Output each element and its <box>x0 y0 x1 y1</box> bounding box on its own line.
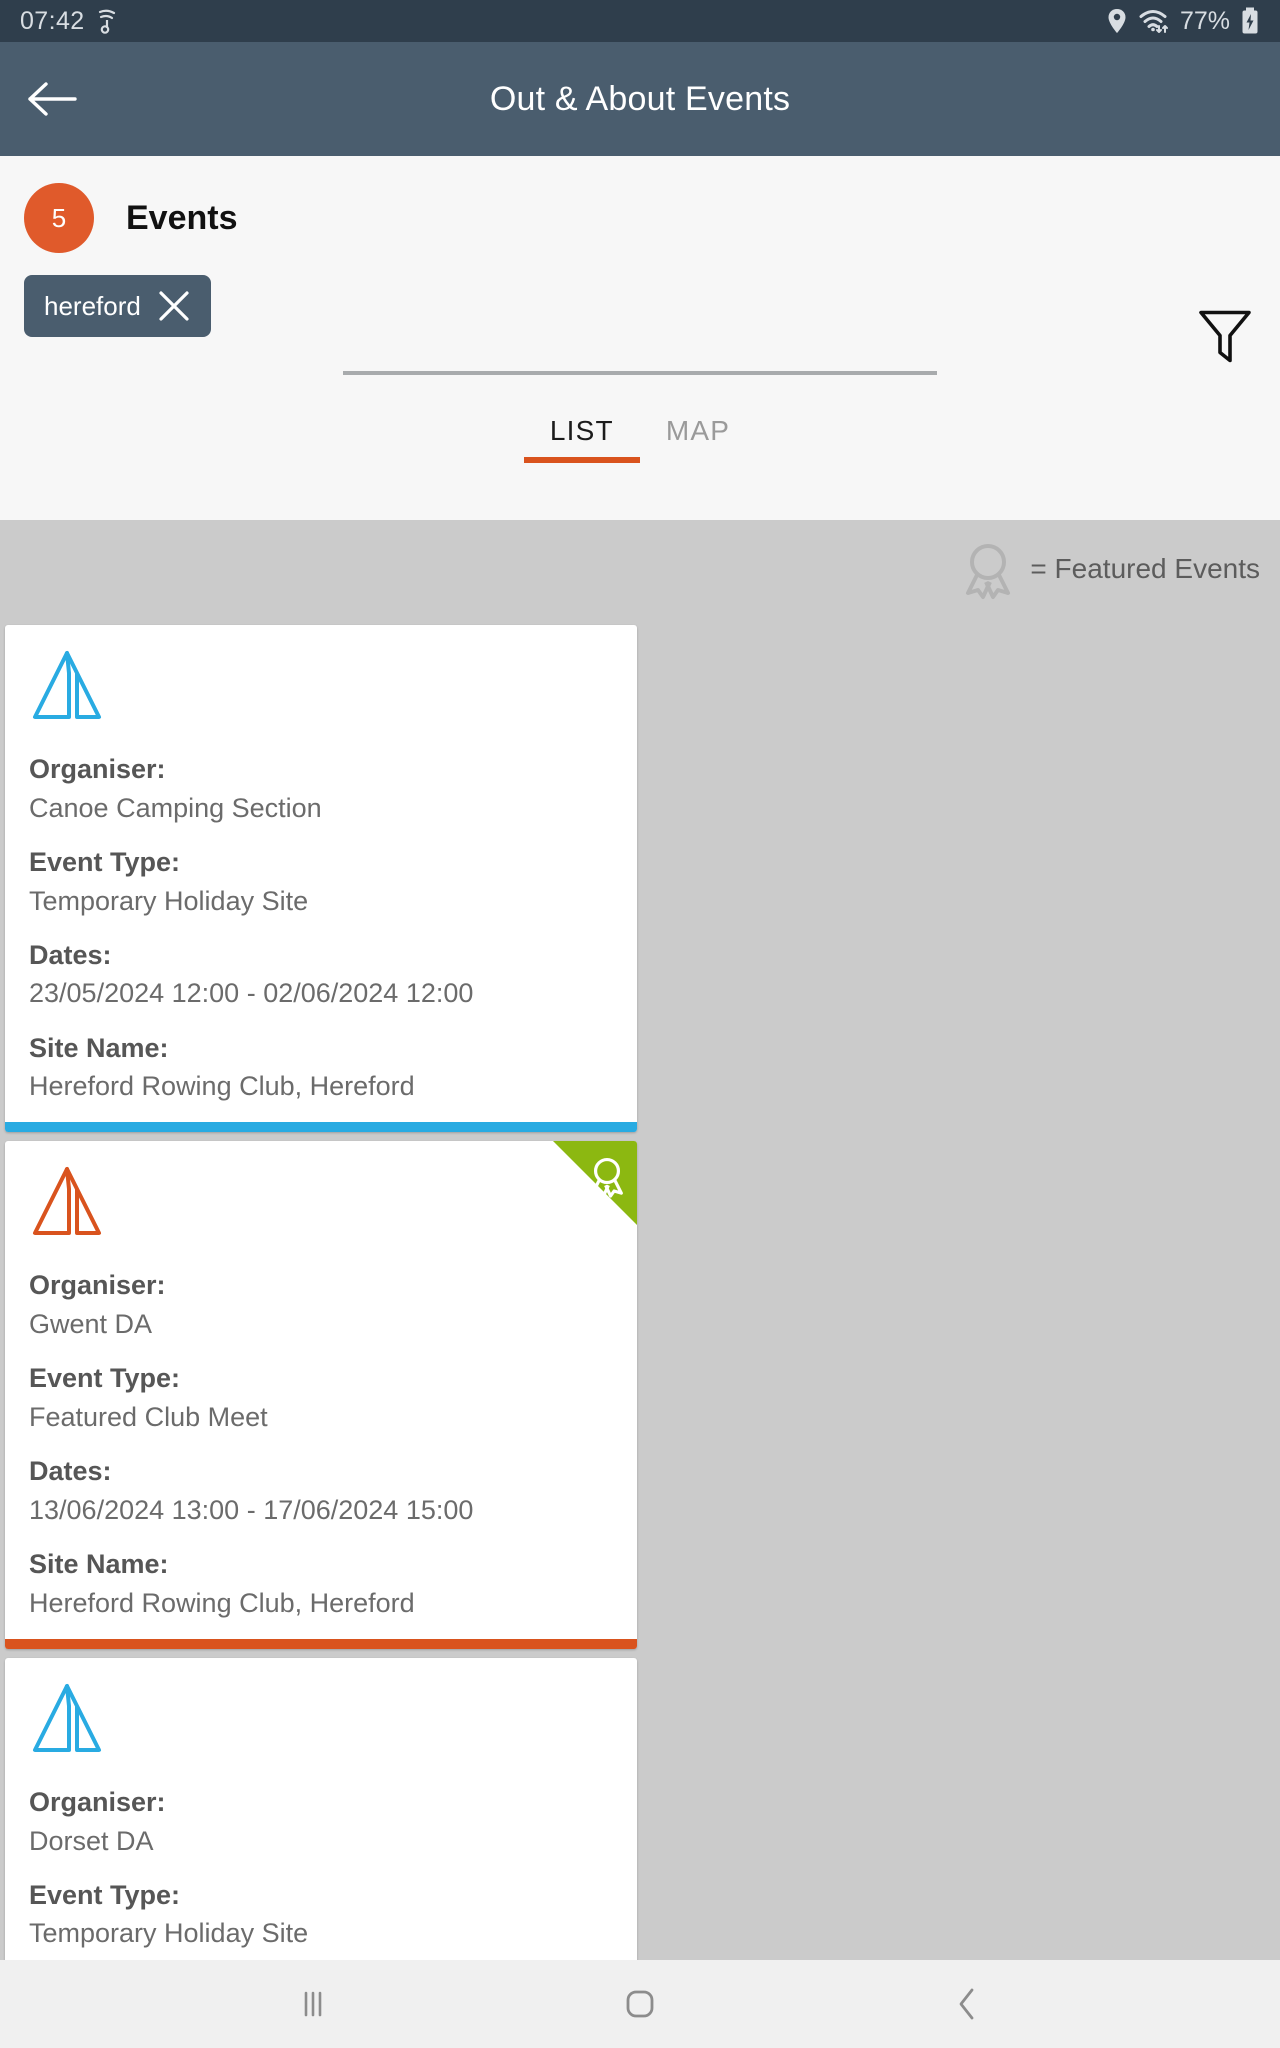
tent-icon-wrap <box>29 1163 613 1249</box>
field-event-type: Event Type: Featured Club Meet <box>29 1362 613 1435</box>
field-label-site-name: Site Name: <box>29 1032 169 1063</box>
field-site-name: Site Name: Hereford Rowing Club, Herefor… <box>29 1548 613 1621</box>
events-count-badge: 5 <box>24 183 94 253</box>
field-value-event-type: Featured Club Meet <box>29 1401 268 1432</box>
app-bar: Out & About Events <box>0 42 1280 156</box>
funnel-icon <box>1196 305 1254 367</box>
field-value-dates: 23/05/2024 12:00 - 02/06/2024 12:00 <box>29 978 474 1009</box>
event-card[interactable]: Organiser: Gwent DA Event Type: Featured… <box>5 1141 637 1649</box>
field-label-event-type: Event Type: <box>29 1363 181 1394</box>
view-tabs: LIST MAP <box>0 415 1280 463</box>
tab-map[interactable]: MAP <box>640 415 756 463</box>
field-organiser: Organiser: Canoe Camping Section <box>29 753 613 826</box>
field-label-organiser: Organiser: <box>29 1786 166 1817</box>
field-value-organiser: Dorset DA <box>29 1825 154 1856</box>
field-label-organiser: Organiser: <box>29 754 166 784</box>
close-icon[interactable] <box>157 289 191 323</box>
field-organiser: Organiser: Gwent DA <box>29 1269 613 1342</box>
filter-button[interactable] <box>1196 305 1254 372</box>
tent-icon <box>29 647 105 725</box>
page-title: Out & About Events <box>489 79 791 118</box>
active-filters-row: hereford <box>0 253 1280 337</box>
field-value-site-name: Hereford Rowing Club, Hereford <box>29 1071 415 1102</box>
featured-legend-label: = Featured Events <box>1030 552 1260 584</box>
card-accent-bar <box>5 1122 637 1133</box>
featured-legend-band: = Featured Events <box>0 520 1280 617</box>
events-grid: Organiser: Canoe Camping Section Event T… <box>0 617 1280 1960</box>
recents-button[interactable] <box>268 1974 358 2034</box>
field-value-event-type: Temporary Holiday Site <box>29 885 309 916</box>
field-dates: Dates: 23/05/2024 12:00 - 02/06/2024 12:… <box>29 939 613 1012</box>
tent-icon <box>29 1163 105 1241</box>
field-organiser: Organiser: Dorset DA <box>29 1786 613 1859</box>
field-label-event-type: Event Type: <box>29 846 181 877</box>
location-icon <box>1106 7 1128 35</box>
field-label-site-name: Site Name: <box>29 1548 169 1579</box>
back-nav-button[interactable] <box>922 1974 1012 2034</box>
battery-percent-label: 77% <box>1179 6 1230 35</box>
filter-header-zone: 5 Events hereford LIST MAP <box>0 156 1280 520</box>
field-value-organiser: Gwent DA <box>29 1309 153 1340</box>
back-chevron-icon <box>952 1985 982 2023</box>
recents-icon <box>296 1987 330 2021</box>
tab-list[interactable]: LIST <box>523 415 640 463</box>
section-divider-wrap <box>0 371 1280 375</box>
filter-chip-label: hereford <box>44 290 141 321</box>
tent-icon-wrap <box>29 1680 613 1766</box>
field-event-type: Event Type: Temporary Holiday Site <box>29 1879 613 1952</box>
field-label-organiser: Organiser: <box>29 1270 166 1301</box>
field-dates: Dates: 13/06/2024 13:00 - 17/06/2024 15:… <box>29 1455 613 1528</box>
field-site-name: Site Name: Hereford Rowing Club, Herefor… <box>29 1032 613 1105</box>
field-label-dates: Dates: <box>29 939 112 970</box>
field-label-dates: Dates: <box>29 1456 112 1487</box>
status-bar-right: 77% <box>1106 7 1260 36</box>
back-button[interactable] <box>0 78 104 120</box>
field-value-organiser: Canoe Camping Section <box>29 792 322 823</box>
tent-icon <box>29 1680 105 1758</box>
events-header-row: 5 Events <box>0 156 1280 253</box>
event-card[interactable]: Organiser: Dorset DA Event Type: Tempora… <box>5 1657 637 1960</box>
battery-charging-icon <box>1240 7 1260 35</box>
field-event-type: Event Type: Temporary Holiday Site <box>29 846 613 919</box>
home-icon <box>621 1985 659 2023</box>
tent-icon-wrap <box>29 647 613 733</box>
app-screen: 07:42 77% Out & About Events 5 Events he… <box>0 0 1280 2048</box>
events-list[interactable]: Organiser: Canoe Camping Section Event T… <box>0 617 1280 1960</box>
android-nav-bar <box>0 1960 1280 2048</box>
home-button[interactable] <box>595 1974 685 2034</box>
award-ribbon-icon <box>960 538 1016 600</box>
wifi-icon <box>1138 7 1170 35</box>
alarm-icon <box>96 8 118 34</box>
field-label-event-type: Event Type: <box>29 1879 181 1910</box>
card-accent-bar <box>5 1638 637 1649</box>
section-divider <box>343 371 937 375</box>
status-clock: 07:42 <box>20 6 85 35</box>
field-value-site-name: Hereford Rowing Club, Hereford <box>29 1587 415 1618</box>
status-bar: 07:42 77% <box>0 0 1280 42</box>
filter-chip-hereford[interactable]: hereford <box>24 275 211 337</box>
field-value-dates: 13/06/2024 13:00 - 17/06/2024 15:00 <box>29 1494 474 1525</box>
event-card[interactable]: Organiser: Canoe Camping Section Event T… <box>5 625 637 1133</box>
events-heading: Events <box>126 198 238 237</box>
arrow-left-icon <box>25 78 79 120</box>
status-bar-left: 07:42 <box>20 7 118 36</box>
field-value-event-type: Temporary Holiday Site <box>29 1918 309 1949</box>
